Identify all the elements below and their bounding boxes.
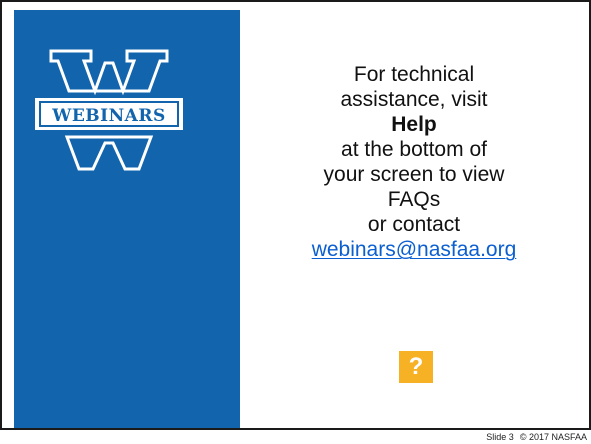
slide-number: Slide 3 [486, 432, 514, 442]
copyright-notice: © 2017 NASFAA [519, 432, 587, 442]
message-line: or contact [367, 213, 461, 236]
webinars-logo: WEBINARS [29, 47, 189, 173]
help-label: Help [391, 113, 437, 136]
help-question-button[interactable]: ? [399, 351, 433, 383]
slide-footer: Slide 3 © 2017 NASFAA [435, 431, 587, 444]
message-line: For technical [353, 63, 475, 86]
message-line: at the bottom of [341, 138, 487, 161]
side-panel: WEBINARS [14, 10, 240, 428]
message-line: FAQs [387, 188, 441, 211]
w-bottom-shape [64, 135, 154, 171]
support-email-link[interactable]: webinars@nasfaa.org [312, 237, 517, 262]
w-top-shape [49, 49, 169, 96]
message-line: assistance, visit [340, 88, 488, 111]
logo-text: WEBINARS [51, 106, 166, 126]
message-line: your screen to view [323, 163, 505, 186]
slide: WEBINARS For technical assistance, visit… [0, 0, 591, 430]
technical-assistance-message: For technical assistance, visit Help at … [264, 62, 564, 262]
webinars-w-icon: WEBINARS [35, 49, 183, 171]
